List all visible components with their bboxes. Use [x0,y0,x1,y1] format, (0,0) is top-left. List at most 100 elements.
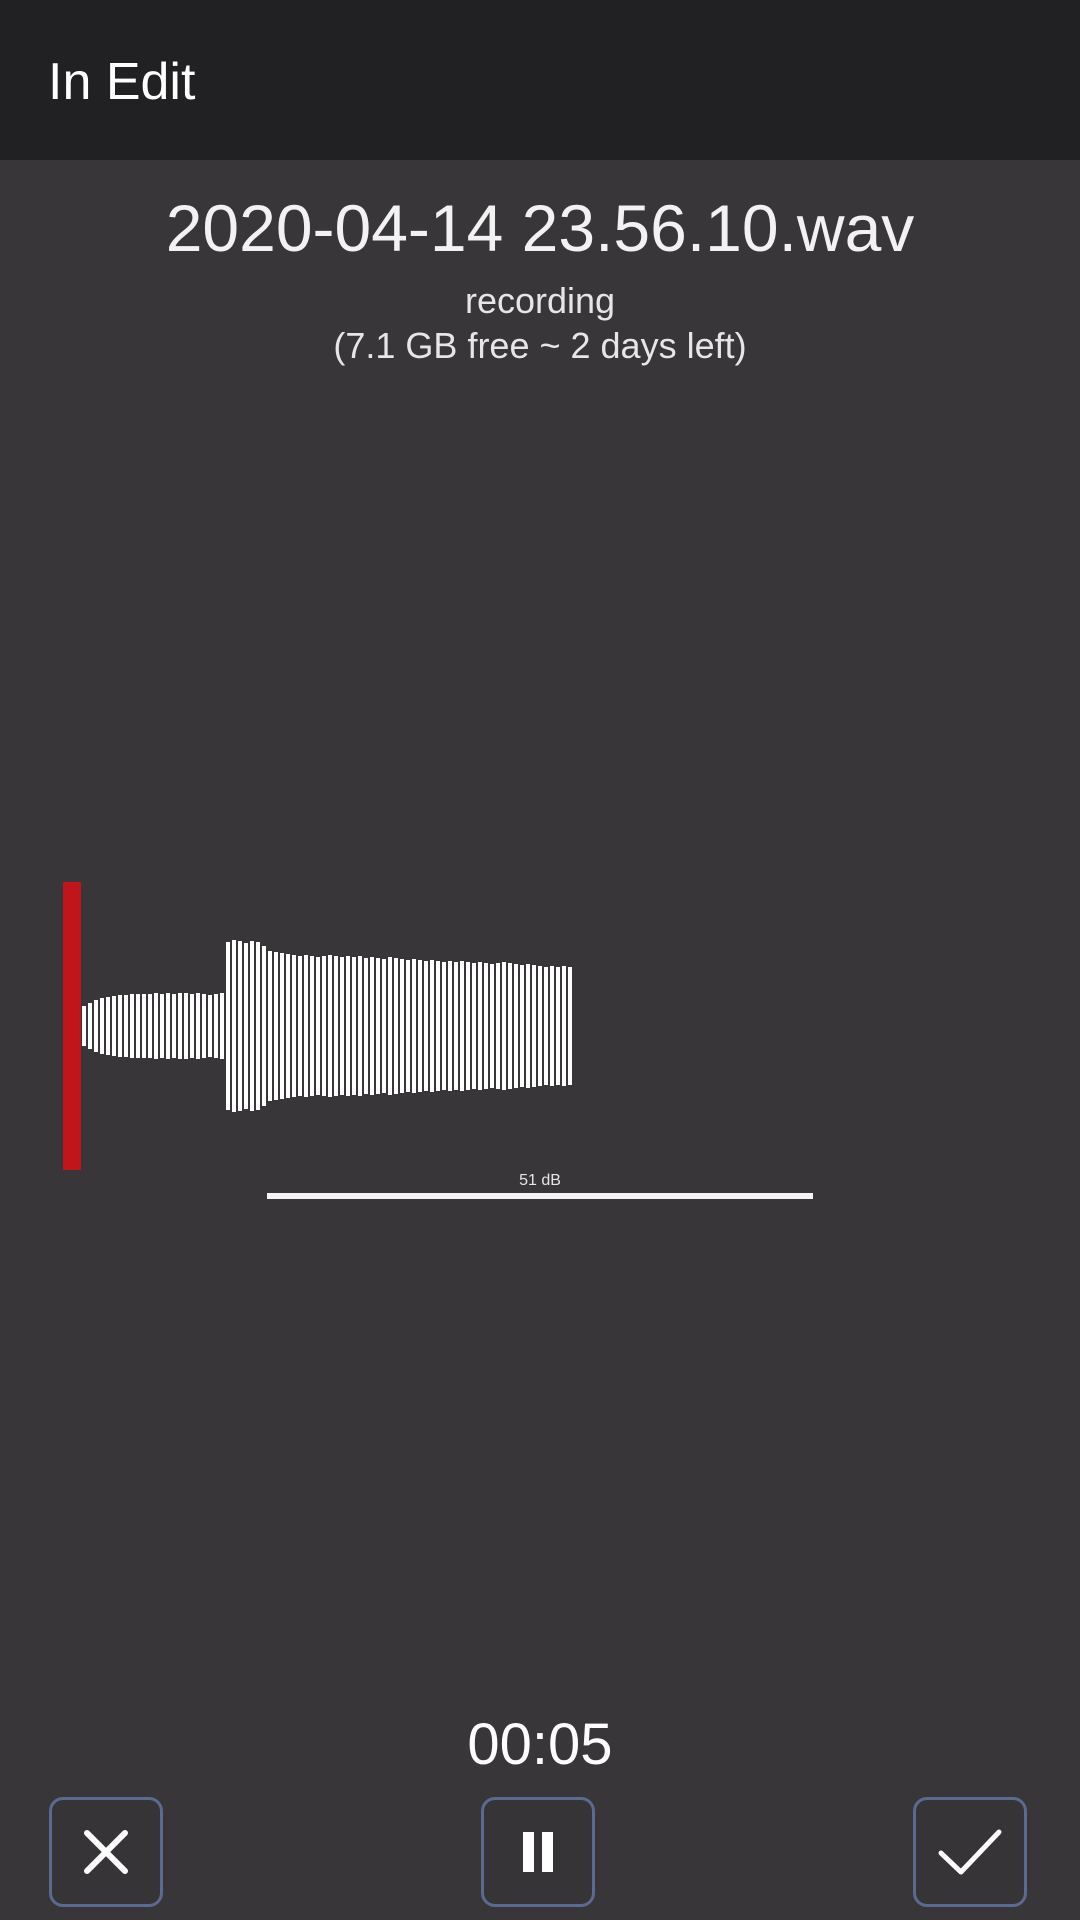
waveform-bar [394,958,398,1094]
waveform-bar [106,997,110,1055]
waveform-bar [190,994,194,1058]
waveform-bar [274,952,278,1100]
waveform-bar [544,967,548,1085]
waveform-bar [556,967,560,1085]
waveform-bar [202,994,206,1058]
waveform-bar [532,965,536,1087]
waveform-bar [262,946,266,1106]
check-icon [938,1829,1002,1875]
waveform-bar [154,993,158,1059]
waveform-bar [388,957,392,1095]
app-bar: In Edit [0,0,1080,160]
waveform-bar [352,957,356,1095]
waveform-bar [466,962,470,1090]
waveform-bar [166,993,170,1059]
waveform-bar [496,963,500,1089]
waveform-bar [358,956,362,1096]
waveform-bar [364,958,368,1094]
app-title: In Edit [48,53,196,111]
waveform-bar [172,994,176,1058]
waveform-bars [82,940,572,1112]
pause-button[interactable] [481,1797,595,1907]
waveform-bar [472,963,476,1089]
storage-info: (7.1 GB free ~ 2 days left) [333,325,747,366]
waveform-bar [250,941,254,1111]
pause-icon [523,1832,553,1872]
waveform-bar [514,964,518,1088]
waveform-bar [340,957,344,1095]
waveform-bar [442,962,446,1090]
waveform-bar [448,961,452,1091]
waveform-bar [418,960,422,1092]
waveform-bar [286,954,290,1098]
waveform-bar [424,961,428,1091]
recording-file-name: 2020-04-14 23.56.10.wav [165,191,915,265]
waveform-bar [130,994,134,1058]
waveform-bar [310,956,314,1096]
cancel-button[interactable] [49,1797,163,1907]
waveform-bar [298,956,302,1096]
waveform-bar [244,943,248,1109]
waveform-bar [196,993,200,1059]
waveform-bar [334,956,338,1096]
waveform-bar [436,961,440,1091]
waveform-bar [454,962,458,1090]
waveform-bar [490,964,494,1088]
waveform-bar [316,957,320,1095]
waveform-bar [412,959,416,1093]
waveform-bar [238,941,242,1111]
waveform-bar [208,995,212,1057]
waveform-bar [406,960,410,1092]
waveform-bar [148,994,152,1058]
waveform-bar [478,962,482,1090]
level-meter-line [267,1193,813,1199]
waveform-bar [430,960,434,1092]
waveform-bar [520,965,524,1087]
waveform-bar [568,967,572,1085]
waveform-bar [220,993,224,1059]
waveform-bar [112,996,116,1056]
confirm-button[interactable] [913,1797,1027,1907]
waveform-bar [124,995,128,1057]
waveform-bar [292,955,296,1097]
waveform-bar [136,994,140,1058]
waveform-bar [550,966,554,1086]
waveform-bar [160,994,164,1058]
waveform-bar [382,959,386,1093]
waveform-bar [376,958,380,1094]
waveform-bar [142,994,146,1058]
recording-status: recording [464,280,616,321]
playhead-marker[interactable] [63,882,81,1170]
waveform-bar [304,955,308,1097]
waveform-bar [88,1003,92,1049]
elapsed-timer: 00:05 [467,1712,613,1777]
waveform-bar [82,1006,86,1046]
waveform-bar [526,964,530,1088]
waveform-bar [118,995,122,1057]
waveform-bar [484,963,488,1089]
waveform-bar [400,959,404,1093]
close-icon [84,1830,128,1874]
waveform-bar [226,942,230,1110]
waveform-bar [214,994,218,1058]
waveform-bar [178,993,182,1059]
waveform-bar [460,961,464,1091]
waveform [63,882,572,1170]
waveform-bar [502,962,506,1090]
waveform-bar [100,998,104,1054]
waveform-bar [562,966,566,1086]
waveform-bar [370,957,374,1095]
waveform-bar [322,956,326,1096]
waveform-bar [268,951,272,1101]
waveform-bar [256,942,260,1110]
waveform-bar [508,963,512,1089]
waveform-bar [94,1000,98,1052]
waveform-bar [232,940,236,1112]
level-db-label: 51 dB [519,1172,561,1189]
recorder-screen: In Edit 2020-04-14 23.56.10.wav recordin… [0,0,1080,1920]
waveform-bar [184,993,188,1059]
waveform-bar [538,966,542,1086]
waveform-bar [280,953,284,1099]
waveform-bar [346,956,350,1096]
waveform-bar [328,955,332,1097]
